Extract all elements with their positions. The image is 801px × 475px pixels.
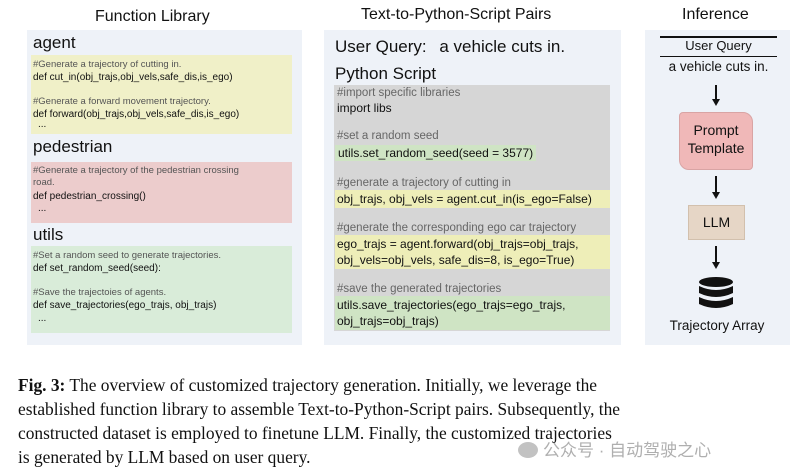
caption-line-4: is generated by LLM based on user query. xyxy=(18,447,311,467)
agent-def-1: def cut_in(obj_trajs,obj_vels,safe_dis,i… xyxy=(33,72,233,83)
agent-comment-2: #Generate a forward movement trajectory. xyxy=(33,96,211,107)
script-comment-ego: #generate the corresponding ego car traj… xyxy=(337,222,577,234)
arrow-llm-to-output xyxy=(715,246,717,263)
caption-text-1: The overview of customized trajectory ge… xyxy=(65,375,597,395)
inference-query-text: a vehicle cuts in. xyxy=(668,59,769,74)
wechat-icon xyxy=(518,442,538,458)
pedestrian-def-1: def pedestrian_crossing() xyxy=(33,191,146,202)
pedestrian-ellipsis: ... xyxy=(38,203,47,214)
utils-comment-1: #Set a random seed to generate trajector… xyxy=(33,250,222,261)
inference-query-mid-rule xyxy=(660,56,777,57)
prompt-template-line-1: Prompt xyxy=(693,122,739,138)
agent-def-2: def forward(obj_trajs,obj_vels,safe_dis,… xyxy=(33,109,240,120)
agent-heading: agent xyxy=(33,33,76,52)
watermark-text: 公众号 · 自动驾驶之心 xyxy=(543,441,712,460)
trajectory-array-label: Trajectory Array xyxy=(669,318,765,333)
pairs-user-query: User Query: a vehicle cuts in. xyxy=(335,37,565,57)
script-comment-save: #save the generated trajectories xyxy=(337,283,502,295)
script-line-ego-1: ego_trajs = agent.forward(obj_trajs=obj_… xyxy=(337,237,579,251)
inference-query-box: User Query a vehicle cuts in. xyxy=(660,36,777,78)
prompt-template-line-2: Template xyxy=(687,140,745,156)
script-line-save-2: obj_trajs=obj_trajs) xyxy=(337,314,439,328)
database-icon xyxy=(699,277,733,308)
pedestrian-comment-2: road. xyxy=(33,177,55,188)
utils-def-2: def save_trajectories(ego_trajs, obj_tra… xyxy=(33,300,217,311)
arrow-prompt-to-llm-head xyxy=(712,192,720,199)
pairs-query-label: User Query: xyxy=(335,37,427,56)
script-line-cutin: obj_trajs, obj_vels = agent.cut_in(is_eg… xyxy=(337,192,592,206)
script-line-seed: utils.set_random_seed(seed = 3577) xyxy=(335,145,537,161)
script-comment-imports: #import specific libraries xyxy=(337,87,461,99)
agent-comment-1: #Generate a trajectory of cutting in. xyxy=(33,59,182,70)
python-script-label: Python Script xyxy=(335,64,437,83)
script-line-import: import libs xyxy=(337,101,392,115)
llm-box: LLM xyxy=(688,205,745,240)
script-comment-cutin: #generate a trajectory of cutting in xyxy=(337,177,511,189)
pedestrian-comment-1: #Generate a trajectory of the pedestrian… xyxy=(33,165,239,176)
caption-line-2: established function library to assemble… xyxy=(18,399,621,419)
inference-query-label: User Query xyxy=(685,38,752,53)
script-line-save-1: utils.save_trajectories(ego_trajs=ego_tr… xyxy=(337,298,566,312)
inference-title: Inference xyxy=(682,6,749,23)
function-library-title: Function Library xyxy=(95,8,210,25)
watermark: 公众号 · 自动驾驶之心 xyxy=(518,436,711,461)
caption-line-1: Fig. 3: The overview of customized traje… xyxy=(18,375,597,396)
utils-heading: utils xyxy=(33,225,64,244)
pairs-query-text: a vehicle cuts in. xyxy=(439,37,566,56)
utils-ellipsis: ... xyxy=(38,313,47,324)
llm-label: LLM xyxy=(702,214,731,230)
arrow-prompt-to-llm xyxy=(715,176,717,193)
pedestrian-heading: pedestrian xyxy=(33,137,113,156)
utils-comment-2: #Save the trajectoies of agents. xyxy=(33,287,167,298)
utils-def-1: def set_random_seed(seed): xyxy=(33,263,161,274)
arrow-query-to-prompt xyxy=(715,85,717,100)
pairs-title: Text-to-Python-Script Pairs xyxy=(361,6,552,23)
arrow-llm-to-output-head xyxy=(712,262,720,269)
caption-fig-label: Fig. 3: xyxy=(18,375,66,395)
script-line-ego-2: obj_vels=obj_vels, safe_dis=8, is_ego=Tr… xyxy=(337,253,575,267)
agent-ellipsis: ... xyxy=(38,119,47,130)
script-comment-seed: #set a random seed xyxy=(337,130,439,142)
prompt-template-box: Prompt Template xyxy=(679,112,753,170)
arrow-query-to-prompt-head xyxy=(712,99,720,106)
